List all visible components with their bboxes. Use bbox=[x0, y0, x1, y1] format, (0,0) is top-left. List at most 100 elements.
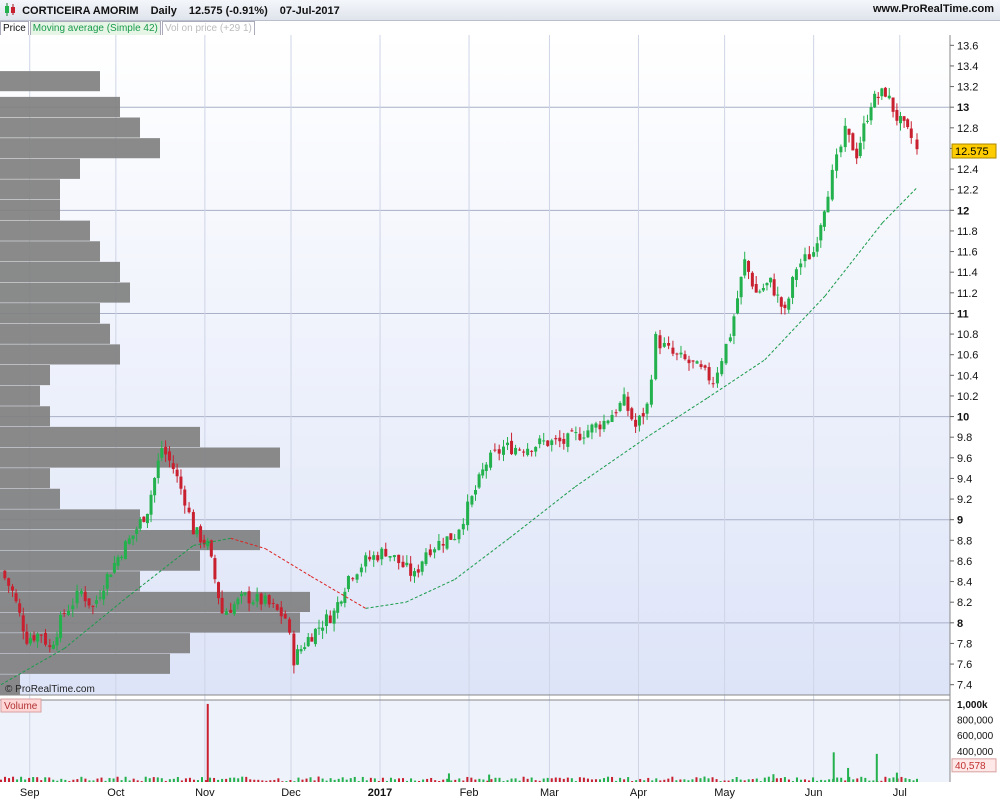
volume-bar bbox=[301, 779, 304, 782]
volume-bar bbox=[450, 780, 453, 782]
candle-body bbox=[116, 557, 120, 566]
candle-body bbox=[720, 361, 724, 375]
candle-body bbox=[346, 576, 350, 590]
candle-body bbox=[835, 154, 839, 171]
volume-bar bbox=[180, 780, 183, 782]
candle-body bbox=[754, 283, 758, 293]
volume-bar bbox=[273, 779, 276, 782]
candle-body bbox=[453, 539, 457, 541]
candle-body bbox=[376, 555, 380, 561]
candle-body bbox=[769, 277, 773, 283]
volume-bar bbox=[28, 777, 31, 782]
candle-body bbox=[135, 529, 139, 534]
volume-bar bbox=[526, 778, 529, 782]
volume-profile-bar bbox=[0, 385, 40, 406]
candle-body bbox=[98, 597, 102, 599]
volume-profile-bar bbox=[0, 488, 60, 509]
volume-bar bbox=[397, 778, 400, 782]
volume-bar bbox=[434, 780, 437, 782]
volume-bar bbox=[787, 779, 790, 782]
volume-bar bbox=[783, 777, 786, 782]
volume-bar bbox=[715, 779, 718, 782]
time-tick-label: 2017 bbox=[368, 787, 392, 799]
candle-body bbox=[239, 594, 243, 597]
volume-bar bbox=[462, 780, 465, 782]
candle-body bbox=[142, 516, 146, 522]
volume-bar bbox=[265, 780, 268, 782]
candle-body bbox=[590, 424, 594, 433]
candle-body bbox=[424, 552, 428, 564]
volume-bar bbox=[8, 778, 11, 782]
volume-profile-bar bbox=[0, 550, 200, 571]
volume-bar bbox=[56, 780, 59, 782]
candle-body bbox=[761, 287, 765, 291]
volume-bar bbox=[92, 780, 95, 782]
price-chart[interactable]: 7.4 7.6 7.8 8 8.2 8.4 8.6 8.8 9 9.2 9.4 9.6 9.8 10 10.… bbox=[0, 0, 1000, 800]
volume-bar bbox=[812, 777, 815, 782]
volume-bar bbox=[558, 777, 561, 782]
volume-bar bbox=[136, 780, 139, 782]
volume-bar bbox=[0, 779, 2, 782]
candle-body bbox=[843, 125, 847, 148]
volume-bar bbox=[446, 778, 449, 782]
volume-bar bbox=[772, 774, 775, 782]
volume-bar bbox=[631, 781, 634, 782]
candle-body bbox=[658, 335, 662, 349]
volume-bar bbox=[277, 778, 280, 782]
volume-bar bbox=[880, 780, 883, 782]
candle-body bbox=[518, 449, 522, 451]
last-price-tag: 12.575 bbox=[955, 146, 989, 158]
candle-body bbox=[55, 637, 59, 646]
volume-bar bbox=[647, 777, 650, 782]
candle-body bbox=[409, 563, 413, 576]
volume-bar bbox=[534, 780, 537, 782]
candle-body bbox=[123, 541, 127, 560]
volume-bar bbox=[201, 777, 204, 782]
price-tick-label: 9 bbox=[957, 515, 963, 527]
candle-body bbox=[14, 593, 18, 602]
volume-bar bbox=[667, 778, 670, 782]
volume-bar bbox=[514, 778, 517, 782]
volume-bar bbox=[389, 777, 392, 782]
volume-bar bbox=[4, 776, 7, 782]
volume-profile-bar bbox=[0, 220, 90, 241]
candle-body bbox=[392, 555, 396, 558]
volume-profile-bar bbox=[0, 406, 50, 427]
candle-body bbox=[679, 352, 683, 355]
candle-body bbox=[626, 396, 630, 411]
price-tick-label: 10.8 bbox=[957, 329, 978, 341]
time-tick-label: Mar bbox=[540, 787, 559, 799]
candle-body bbox=[243, 592, 247, 595]
volume-bar bbox=[643, 780, 646, 782]
volume-bar bbox=[349, 778, 352, 782]
volume-bar bbox=[257, 779, 260, 782]
volume-pane[interactable] bbox=[0, 700, 950, 782]
volume-profile-bar bbox=[0, 612, 300, 633]
time-tick-label: Feb bbox=[460, 787, 479, 799]
candle-body bbox=[683, 354, 687, 360]
candle-body bbox=[232, 604, 236, 615]
volume-bar bbox=[12, 776, 15, 782]
candle-body bbox=[732, 316, 736, 336]
candle-body bbox=[160, 448, 164, 458]
volume-bar bbox=[40, 780, 43, 782]
volume-bar bbox=[184, 778, 187, 782]
candle-body bbox=[224, 611, 228, 615]
volume-bar bbox=[140, 781, 143, 782]
volume-profile-bar bbox=[0, 117, 140, 138]
volume-bar bbox=[172, 778, 175, 782]
volume-bar bbox=[875, 753, 878, 782]
candle-body bbox=[288, 619, 292, 633]
volume-profile-bar bbox=[0, 633, 190, 654]
volume-bar bbox=[269, 780, 272, 782]
volume-bar bbox=[586, 778, 589, 782]
price-tick-label: 10.6 bbox=[957, 350, 978, 362]
volume-bar bbox=[447, 773, 450, 782]
volume-bar bbox=[824, 780, 827, 782]
candle-body bbox=[206, 540, 210, 547]
volume-profile-bar bbox=[0, 179, 60, 200]
price-tick-label: 7.6 bbox=[957, 659, 972, 671]
candle-body bbox=[550, 440, 554, 446]
volume-bar bbox=[607, 776, 610, 782]
candle-body bbox=[538, 438, 542, 445]
